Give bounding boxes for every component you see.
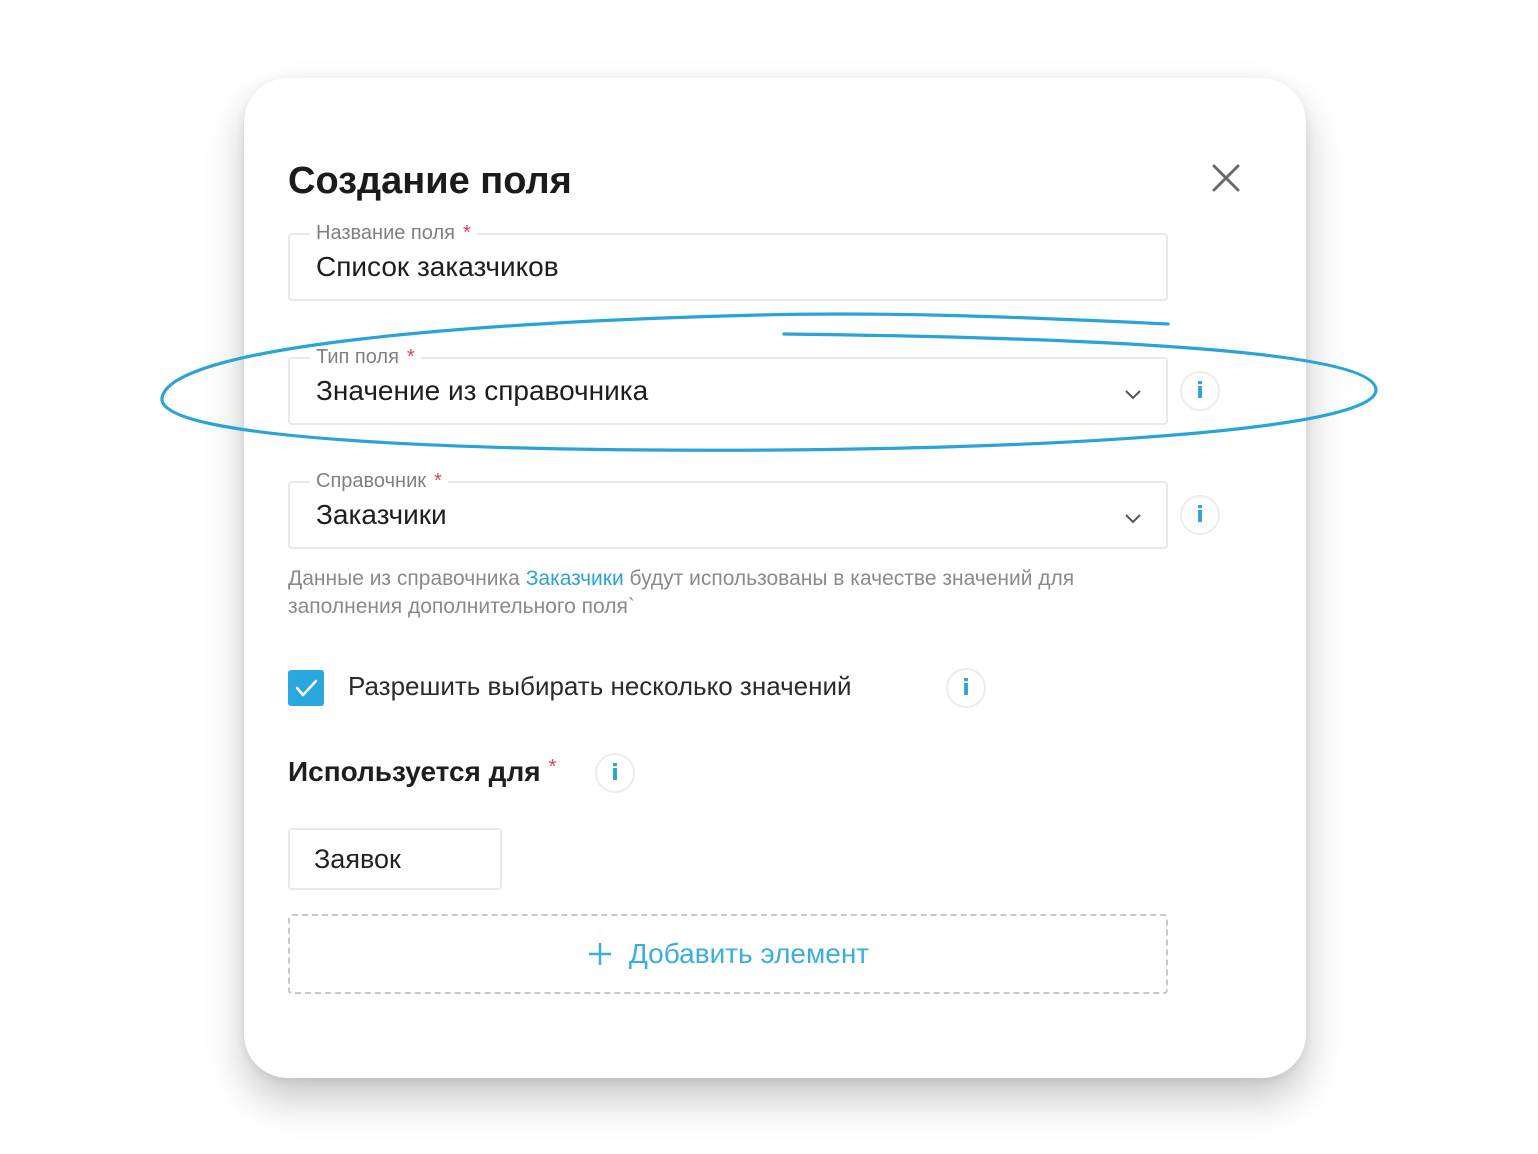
required-mark: *	[406, 346, 415, 368]
chevron-down-icon[interactable]	[1122, 507, 1144, 529]
multi-select-checkbox[interactable]	[288, 670, 324, 706]
used-for-info-icon[interactable]: i	[595, 753, 635, 793]
add-element-label: Добавить элемент	[628, 938, 870, 969]
field-name-value: Список заказчиков	[316, 251, 559, 282]
reference-label: Справочник *	[310, 469, 448, 493]
multi-select-info-icon[interactable]: i	[946, 668, 986, 708]
field-type-value: Значение из справочника	[316, 375, 649, 406]
required-mark: *	[434, 470, 442, 492]
chevron-down-icon[interactable]	[1122, 383, 1144, 405]
field-name-input[interactable]: Название поля * Список заказчиков	[288, 221, 1168, 301]
create-field-modal: Создание поля Название поля * Список зака…	[244, 78, 1306, 1078]
field-type-label: Тип поля *	[310, 345, 421, 369]
required-mark: *	[548, 756, 557, 778]
field-name-label: Название поля *	[310, 221, 477, 245]
reference-value: Заказчики	[316, 499, 447, 530]
reference-hint: Данные из справочника Заказчики будут ис…	[288, 567, 1075, 618]
add-element-button[interactable]: Добавить элемент	[288, 914, 1168, 994]
close-icon[interactable]	[1208, 160, 1244, 196]
field-type-info-icon[interactable]: i	[1180, 371, 1220, 411]
modal-title: Создание поля	[288, 160, 572, 202]
field-type-select[interactable]: Тип поля * Значение из справочника	[288, 345, 1168, 425]
used-for-title: Используется для *	[288, 756, 557, 787]
reference-link[interactable]: Заказчики	[526, 567, 624, 590]
reference-select[interactable]: Справочник * Заказчики	[288, 469, 1168, 549]
reference-info-icon[interactable]: i	[1180, 495, 1220, 535]
used-for-item[interactable]: Заявок	[288, 828, 502, 890]
check-icon	[295, 679, 318, 697]
multi-select-label: Разрешить выбирать несколько значений	[348, 671, 852, 701]
required-mark: *	[462, 222, 471, 244]
plus-icon	[588, 943, 611, 965]
